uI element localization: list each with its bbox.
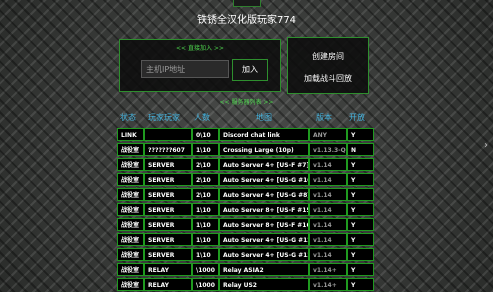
table-row[interactable]: 战役室 SERVER 2\10 Auto Server 4+ [US-G #10] v1… (117, 172, 374, 187)
cell-version: v1.14 (309, 218, 347, 231)
table-row[interactable]: 战役室 SERVER 1\10 Auto Server 4+ [US-G #13] v1… (117, 247, 374, 262)
cell-player (144, 128, 192, 141)
cell-map: Auto Server 8+ [US-F #15] (219, 203, 309, 216)
cell-count: 2\10 (192, 158, 219, 171)
cell-map: Relay US2 (219, 278, 309, 291)
col-header-map[interactable]: 地图 (256, 112, 272, 123)
cell-version: v1.14 (309, 203, 347, 216)
cell-count: 2\10 (192, 188, 219, 201)
cell-status: 战役室 (117, 188, 144, 201)
col-header-open[interactable]: 开放 (349, 112, 365, 123)
cell-map: Relay ASIA2 (219, 263, 309, 276)
cell-open: Y (347, 278, 374, 291)
cell-map: Auto Server 4+ [US-G #12] (219, 233, 309, 246)
cell-player: ???????607 (144, 143, 192, 156)
col-header-player[interactable]: 玩家玩家 (148, 112, 180, 123)
cell-player: SERVER (144, 233, 192, 246)
host-ip-input[interactable]: 主机IP地址 (141, 60, 229, 78)
cell-count: \1000 (192, 263, 219, 276)
cell-open: Y (347, 203, 374, 216)
table-row[interactable]: 战役室 SERVER 1\10 Auto Server 4+ [US-G #12] v1… (117, 232, 374, 247)
table-row[interactable]: 战役室 RELAY \1000 Relay US2 v1.14+ Y (117, 277, 374, 292)
cell-player: SERVER (144, 173, 192, 186)
server-list: LINK 0\10 Discord chat link ANY Y 战役室 ???????6… (117, 127, 374, 292)
cell-count: 1\10 (192, 218, 219, 231)
cell-map: Discord chat link (219, 128, 309, 141)
cell-version: v1.13.3-Q (309, 143, 347, 156)
cell-player: SERVER (144, 188, 192, 201)
cell-open: Y (347, 248, 374, 261)
cell-status: 战役室 (117, 233, 144, 246)
cell-version: v1.14 (309, 233, 347, 246)
cell-count: 1\10 (192, 248, 219, 261)
app-title: 铁锈全汉化版玩家774 (196, 15, 297, 26)
cell-open: Y (347, 218, 374, 231)
server-list-header: << 服务器列表 >> (219, 99, 274, 106)
cell-open: Y (347, 128, 374, 141)
cell-map: Auto Server 4+ [US-G #13] (219, 248, 309, 261)
cell-version: v1.14+ (309, 278, 347, 291)
cell-version: v1.14 (309, 248, 347, 261)
cell-count: 1\10 (192, 203, 219, 216)
cell-count: \1000 (192, 278, 219, 291)
table-row[interactable]: 战役室 SERVER 2\10 Auto Server 4+ [US-F #7] v1.… (117, 157, 374, 172)
cell-version: v1.14 (309, 188, 347, 201)
cell-player: SERVER (144, 158, 192, 171)
cell-player: SERVER (144, 248, 192, 261)
cell-player: RELAY (144, 263, 192, 276)
cell-count: 1\10 (192, 233, 219, 246)
cell-status: 战役室 (117, 263, 144, 276)
cell-status: 战役室 (117, 158, 144, 171)
cell-open: N (347, 143, 374, 156)
cell-status: 战役室 (117, 248, 144, 261)
cell-player: RELAY (144, 278, 192, 291)
table-row[interactable]: LINK 0\10 Discord chat link ANY Y (117, 127, 374, 142)
cell-player: SERVER (144, 203, 192, 216)
chevron-right-icon[interactable]: › (484, 140, 488, 151)
cell-version: ANY (309, 128, 347, 141)
cell-player: SERVER (144, 218, 192, 231)
table-row[interactable]: 战役室 ???????607 1\10 Crossing Large (10p) v1.… (117, 142, 374, 157)
join-button[interactable]: 加入 (232, 59, 268, 81)
table-row[interactable]: 战役室 SERVER 1\10 Auto Server 8+ [US-F #16] v1… (117, 217, 374, 232)
table-row[interactable]: 战役室 SERVER 1\10 Auto Server 8+ [US-F #15] v1… (117, 202, 374, 217)
cell-count: 0\10 (192, 128, 219, 141)
col-header-status[interactable]: 状态 (120, 112, 136, 123)
create-room-button[interactable]: 创建房间 (288, 51, 368, 62)
cell-version: v1.14 (309, 173, 347, 186)
cell-count: 1\10 (192, 143, 219, 156)
direct-join-header: << 直接加入 >> (176, 45, 224, 52)
cell-map: Crossing Large (10p) (219, 143, 309, 156)
table-row[interactable]: 战役室 RELAY \1000 Relay ASIA2 v1.14+ Y (117, 262, 374, 277)
cell-open: Y (347, 188, 374, 201)
cell-map: Auto Server 4+ [US-G #10] (219, 173, 309, 186)
top-tab-indicator (233, 0, 261, 7)
cell-status: LINK (117, 128, 144, 141)
cell-map: Auto Server 4+ [US-G #8] (219, 188, 309, 201)
table-row[interactable]: 战役室 SERVER 2\10 Auto Server 4+ [US-G #8] v1.… (117, 187, 374, 202)
cell-status: 战役室 (117, 278, 144, 291)
cell-status: 战役室 (117, 218, 144, 231)
cell-status: 战役室 (117, 203, 144, 216)
cell-status: 战役室 (117, 143, 144, 156)
cell-version: v1.14 (309, 158, 347, 171)
cell-count: 2\10 (192, 173, 219, 186)
cell-version: v1.14+ (309, 263, 347, 276)
col-header-count[interactable]: 人数 (194, 112, 210, 123)
cell-open: Y (347, 233, 374, 246)
col-header-version[interactable]: 版本 (316, 112, 332, 123)
load-replay-button[interactable]: 加载战斗回放 (288, 73, 368, 84)
cell-map: Auto Server 8+ [US-F #16] (219, 218, 309, 231)
cell-map: Auto Server 4+ [US-F #7] (219, 158, 309, 171)
side-panel: 创建房间 加载战斗回放 (287, 37, 369, 94)
cell-open: Y (347, 263, 374, 276)
cell-open: Y (347, 173, 374, 186)
cell-open: Y (347, 158, 374, 171)
cell-status: 战役室 (117, 173, 144, 186)
